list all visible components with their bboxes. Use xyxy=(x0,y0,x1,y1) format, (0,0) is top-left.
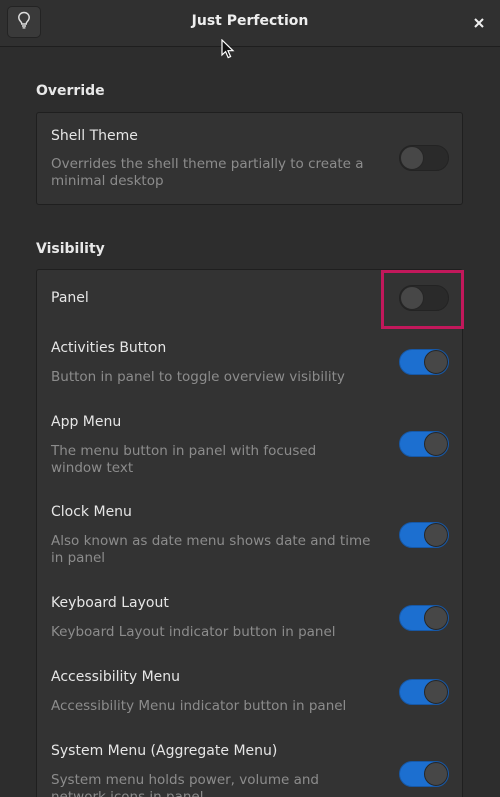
row-subtitle: Also known as date menu shows date and t… xyxy=(51,533,371,566)
shell-theme-toggle[interactable] xyxy=(399,145,449,171)
row-subtitle: Overrides the shell theme partially to c… xyxy=(51,156,364,189)
close-button[interactable] xyxy=(470,13,488,31)
toggle-knob xyxy=(424,680,448,704)
row-title: Activities Button xyxy=(51,340,167,356)
shell-theme-row[interactable]: Shell Theme Overrides the shell theme pa… xyxy=(37,113,462,206)
toggle-knob xyxy=(424,432,448,456)
row-subtitle: The menu button in panel with focused wi… xyxy=(51,443,317,476)
toggle-knob xyxy=(424,762,448,786)
row-title: App Menu xyxy=(51,414,122,430)
system-menu-toggle[interactable] xyxy=(399,761,449,787)
app-menu-row[interactable]: App Menu The menu button in panel with f… xyxy=(37,405,462,495)
activities-button-toggle[interactable] xyxy=(399,349,449,375)
accessibility-menu-row[interactable]: Accessibility Menu Accessibility Menu in… xyxy=(37,659,462,733)
row-subtitle: System menu holds power, volume and netw… xyxy=(51,772,319,797)
highlight-box xyxy=(381,270,464,329)
system-menu-row[interactable]: System Menu (Aggregate Menu) System menu… xyxy=(37,733,462,797)
visibility-list: Panel Activities Button Button in panel … xyxy=(36,269,463,797)
row-subtitle: Accessibility Menu indicator button in p… xyxy=(51,698,347,714)
clock-menu-toggle[interactable] xyxy=(399,522,449,548)
keyboard-layout-row[interactable]: Keyboard Layout Keyboard Layout indicato… xyxy=(37,585,462,659)
preferences-window: Just Perfection Override Shell Theme Ove… xyxy=(0,0,500,797)
keyboard-layout-toggle[interactable] xyxy=(399,605,449,631)
toggle-knob xyxy=(424,523,448,547)
row-subtitle: Button in panel to toggle overview visib… xyxy=(51,369,345,385)
accessibility-menu-toggle[interactable] xyxy=(399,679,449,705)
toggle-knob xyxy=(400,146,424,170)
row-title: Accessibility Menu xyxy=(51,669,181,685)
row-title: Keyboard Layout xyxy=(51,595,169,611)
mouse-pointer-icon xyxy=(221,38,235,63)
window-title: Just Perfection xyxy=(191,13,309,29)
app-menu-toggle[interactable] xyxy=(399,431,449,457)
row-title: System Menu (Aggregate Menu) xyxy=(51,743,278,759)
toggle-knob xyxy=(424,350,448,374)
clock-menu-row[interactable]: Clock Menu Also known as date menu shows… xyxy=(37,495,462,585)
header-bar: Just Perfection xyxy=(0,0,500,47)
override-list: Shell Theme Overrides the shell theme pa… xyxy=(36,112,463,205)
toggle-knob xyxy=(424,606,448,630)
close-icon xyxy=(474,13,484,32)
row-title: Shell Theme xyxy=(51,128,138,144)
row-subtitle: Keyboard Layout indicator button in pane… xyxy=(51,624,336,640)
activities-button-row[interactable]: Activities Button Button in panel to tog… xyxy=(37,330,462,405)
override-section-title: Override xyxy=(36,83,105,99)
row-title: Clock Menu xyxy=(51,504,132,520)
row-title: Panel xyxy=(51,290,89,306)
visibility-section-title: Visibility xyxy=(36,241,105,257)
